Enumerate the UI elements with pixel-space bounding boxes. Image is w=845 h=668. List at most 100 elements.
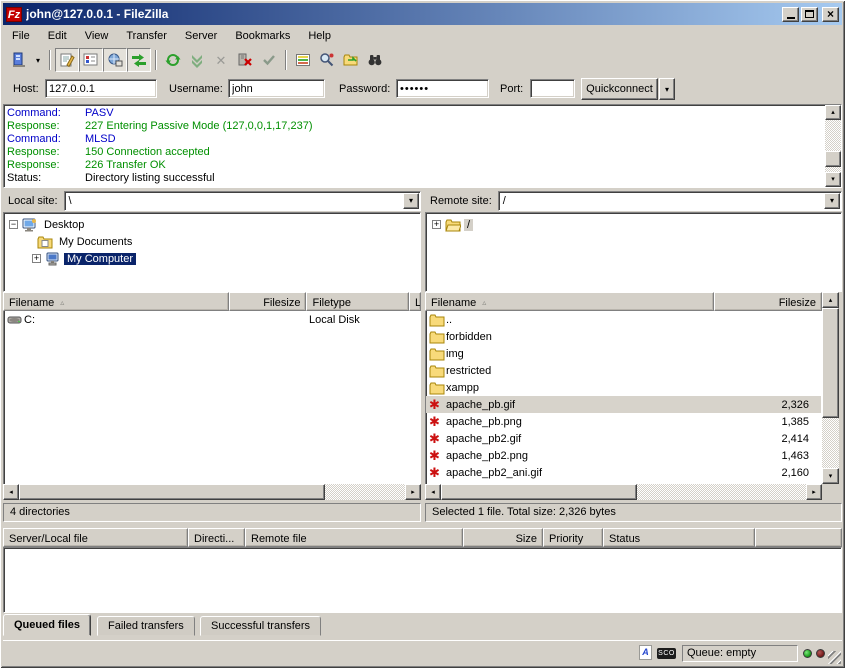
menu-server[interactable]: Server [176, 28, 226, 44]
filter-button[interactable] [315, 48, 339, 72]
column-header-size[interactable]: Size [463, 528, 543, 547]
scroll-down-button[interactable]: ▾ [825, 172, 841, 187]
toggle-transfer-queue-button[interactable] [127, 48, 151, 72]
file-row[interactable]: ✱ apache_pb2.gif 2,414 [426, 430, 821, 447]
scroll-left-button[interactable]: ◂ [3, 484, 19, 500]
check-icon [261, 52, 277, 68]
scroll-up-button[interactable]: ▴ [825, 105, 841, 120]
column-header-remote-file[interactable]: Remote file [245, 528, 463, 547]
column-header-lastmodified[interactable]: L [409, 292, 421, 311]
resize-grip[interactable] [828, 651, 841, 664]
scroll-left-button[interactable]: ◂ [425, 484, 441, 500]
desktop-icon [22, 218, 38, 232]
synchronized-browsing-button[interactable] [339, 48, 363, 72]
column-header-filename[interactable]: Filename ▵ [425, 292, 714, 311]
password-input[interactable] [396, 79, 489, 98]
local-site-combo[interactable]: \ ▾ [64, 191, 421, 211]
message-log[interactable]: Command:PASV Response:227 Entering Passi… [3, 104, 842, 188]
scroll-down-button[interactable]: ▾ [822, 468, 839, 484]
host-input[interactable] [45, 79, 157, 98]
menu-help[interactable]: Help [299, 28, 340, 44]
column-header-filetype[interactable]: Filetype [306, 292, 409, 311]
directory-comparison-button[interactable] [291, 48, 315, 72]
column-header-priority[interactable]: Priority [543, 528, 603, 547]
toggle-remote-tree-button[interactable] [103, 48, 127, 72]
local-site-dropdown-button[interactable]: ▾ [403, 193, 419, 209]
scroll-up-button[interactable]: ▴ [822, 292, 839, 308]
scroll-right-button[interactable]: ▸ [405, 484, 421, 500]
process-queue-button[interactable] [185, 48, 209, 72]
column-header-status[interactable]: Status [603, 528, 755, 547]
file-row[interactable]: ✱ apache_pb2.png 1,463 [426, 447, 821, 464]
tab-successful-transfers[interactable]: Successful transfers [200, 616, 321, 636]
folder-icon [445, 218, 461, 232]
refresh-button[interactable] [161, 48, 185, 72]
remote-directory-tree[interactable]: + / [425, 212, 842, 292]
disconnect-icon [237, 52, 253, 68]
scrollbar-thumb[interactable] [822, 308, 839, 418]
quickconnect-dropdown-button[interactable]: ▾ [659, 78, 675, 100]
disconnect-button[interactable] [233, 48, 257, 72]
file-row-c-drive[interactable]: C: Local Disk [4, 311, 420, 328]
scrollbar-thumb[interactable] [441, 484, 637, 500]
toggle-message-log-button[interactable] [55, 48, 79, 72]
queue-list[interactable] [3, 547, 842, 613]
expander-minus-icon[interactable]: − [9, 220, 18, 229]
tab-failed-transfers[interactable]: Failed transfers [97, 616, 195, 636]
local-list-hscrollbar[interactable]: ◂ ▸ [3, 484, 421, 500]
remote-site-combo[interactable]: / ▾ [498, 191, 842, 211]
remote-list-hscrollbar[interactable]: ◂ ▸ [425, 484, 822, 500]
file-name: apache_pb2.png [446, 450, 725, 462]
expander-plus-icon[interactable]: + [432, 220, 441, 229]
menu-bookmarks[interactable]: Bookmarks [226, 28, 299, 44]
file-row[interactable]: ✱ apache_pb.png 1,385 [426, 413, 821, 430]
tab-queued-files[interactable]: Queued files [3, 614, 91, 636]
file-row[interactable]: ✱ apache_pb2_ani.gif 2,160 [426, 464, 821, 481]
column-header-filename[interactable]: Filename ▵ [3, 292, 229, 311]
remote-list-vscrollbar[interactable]: ▴ ▾ [822, 292, 839, 484]
menu-transfer[interactable]: Transfer [117, 28, 176, 44]
file-row-selected[interactable]: ✱ apache_pb.gif 2,326 [426, 396, 821, 413]
username-input[interactable] [228, 79, 325, 98]
column-header-filesize[interactable]: Filesize [714, 292, 822, 311]
scroll-right-button[interactable]: ▸ [806, 484, 822, 500]
close-button[interactable]: × [822, 7, 839, 22]
quickconnect-button[interactable]: Quickconnect [581, 78, 658, 100]
file-row[interactable]: img [426, 345, 821, 362]
tree-item-my-computer[interactable]: + My Computer [4, 250, 420, 267]
local-site-value: \ [69, 195, 72, 207]
file-row[interactable]: forbidden [426, 328, 821, 345]
log-scrollbar[interactable]: ▴ ▾ [825, 105, 841, 187]
maximize-button[interactable] [801, 7, 818, 22]
file-row[interactable]: xampp [426, 379, 821, 396]
site-manager-button[interactable] [7, 48, 31, 72]
tree-item-desktop[interactable]: − Desktop [4, 216, 420, 233]
menu-edit[interactable]: Edit [39, 28, 76, 44]
reconnect-button[interactable] [257, 48, 281, 72]
find-files-button[interactable] [363, 48, 387, 72]
tree-item-my-documents[interactable]: My Documents [4, 233, 420, 250]
scrollbar-thumb[interactable] [825, 151, 841, 167]
menu-file[interactable]: File [3, 28, 39, 44]
file-row[interactable]: .. [426, 311, 821, 328]
expander-plus-icon[interactable]: + [32, 254, 41, 263]
scrollbar-thumb[interactable] [19, 484, 325, 500]
local-file-list[interactable]: C: Local Disk [3, 311, 421, 484]
local-directory-tree[interactable]: − Desktop My Documents + My Computer [3, 212, 421, 292]
column-header-filesize[interactable]: Filesize [229, 292, 307, 311]
port-input[interactable] [530, 79, 575, 98]
column-header-direction[interactable]: Directi... [188, 528, 245, 547]
tree-item-root[interactable]: + / [426, 216, 841, 233]
toggle-local-tree-button[interactable] [79, 48, 103, 72]
column-header-server-local-file[interactable]: Server/Local file [3, 528, 188, 547]
status-bar: A SCO Queue: empty [3, 640, 842, 665]
site-manager-dropdown-button[interactable]: ▾ [31, 48, 45, 72]
file-row[interactable]: restricted [426, 362, 821, 379]
toolbar-separator [285, 50, 287, 70]
minimize-button[interactable] [782, 7, 799, 22]
titlebar[interactable]: Fz john@127.0.0.1 - FileZilla × [3, 3, 842, 25]
remote-site-dropdown-button[interactable]: ▾ [824, 193, 840, 209]
cancel-operation-button[interactable]: ✕ [209, 48, 233, 72]
menu-view[interactable]: View [76, 28, 118, 44]
remote-file-list[interactable]: .. forbidden img restricted xampp ✱ apac… [425, 311, 822, 484]
